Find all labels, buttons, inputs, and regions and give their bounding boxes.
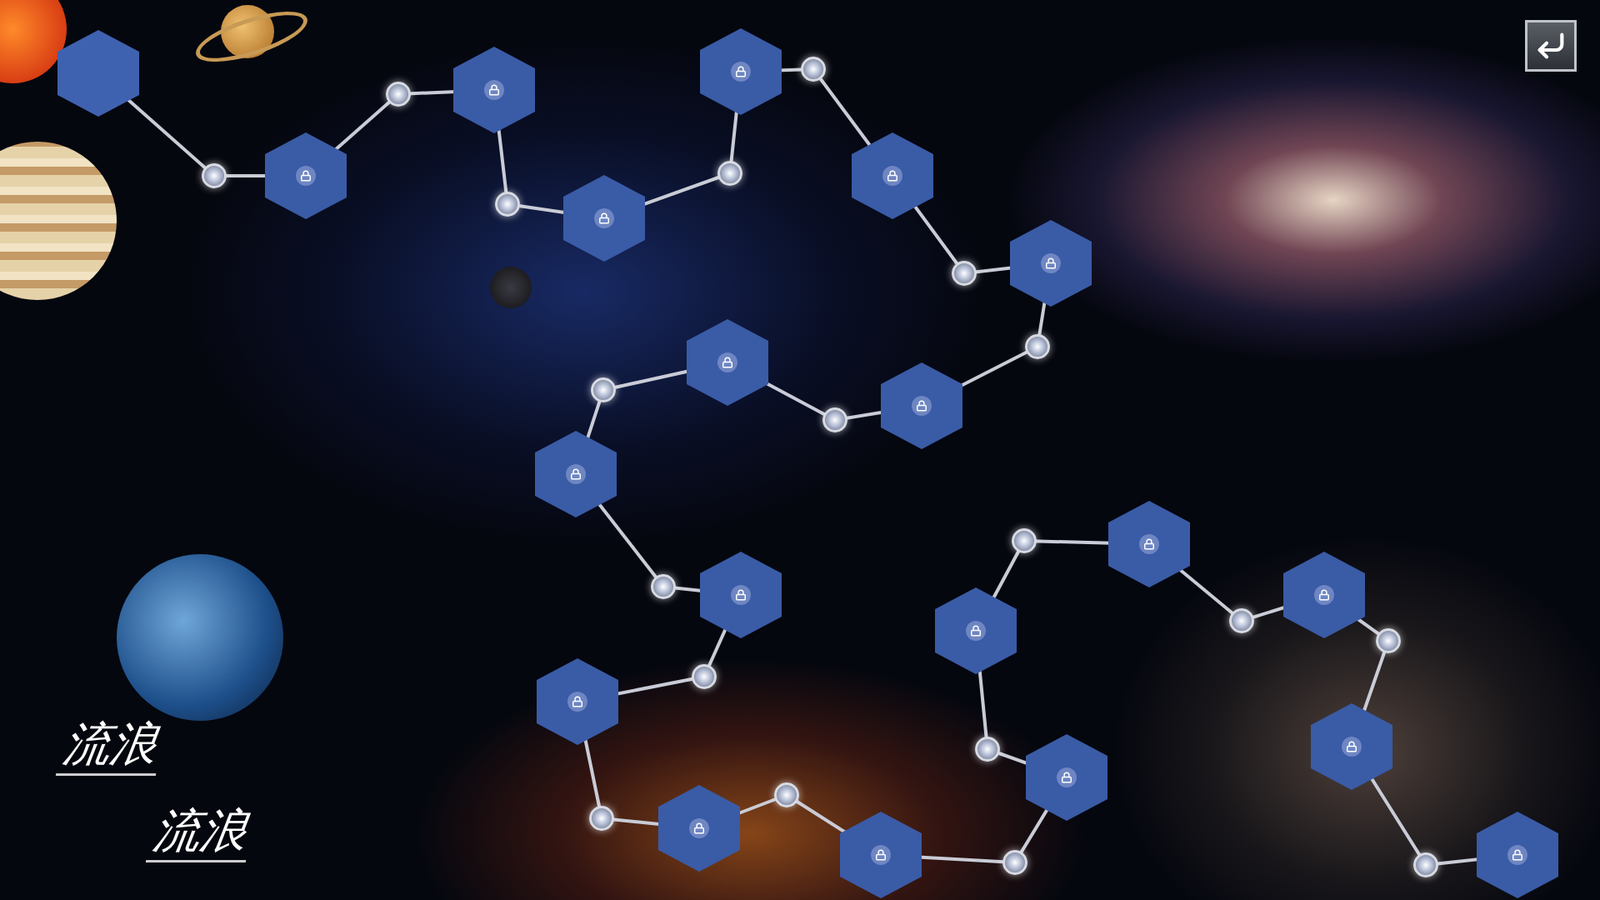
moon — [490, 266, 532, 309]
path-star — [650, 574, 676, 600]
level-node[interactable] — [1310, 703, 1393, 790]
path-star — [201, 163, 227, 189]
lock-badge — [1040, 253, 1061, 274]
path-star — [1002, 850, 1028, 875]
lock-badge — [689, 818, 710, 839]
level-node[interactable] — [880, 362, 963, 450]
lock-icon — [915, 400, 928, 412]
path-star — [1413, 852, 1439, 878]
lock-badge — [730, 585, 751, 605]
lock-badge — [484, 80, 505, 100]
lock-icon — [886, 170, 899, 182]
level-node[interactable] — [535, 430, 617, 518]
path-star — [975, 736, 1000, 762]
lock-badge — [1056, 767, 1077, 788]
lock-icon — [875, 849, 887, 861]
path-star — [951, 260, 977, 286]
level-node[interactable] — [1010, 220, 1092, 307]
lock-icon — [970, 625, 982, 637]
back-button[interactable] — [1525, 20, 1577, 72]
lock-badge — [1314, 585, 1335, 605]
path-star — [800, 56, 826, 82]
lock-badge — [870, 845, 891, 865]
lock-icon — [488, 84, 500, 96]
earth — [116, 554, 284, 721]
path-star — [590, 377, 616, 403]
path-star — [822, 407, 848, 433]
path-star — [495, 191, 520, 217]
lock-icon — [735, 65, 747, 78]
path-star — [1229, 608, 1255, 634]
lock-icon — [1143, 538, 1155, 550]
lock-icon — [570, 468, 582, 480]
lock-badge — [730, 61, 751, 82]
logo-text: 流浪 — [145, 801, 255, 863]
level-node[interactable] — [700, 28, 782, 115]
logo-text: 流浪 — [55, 715, 165, 776]
lock-icon — [1345, 740, 1358, 753]
lock-badge — [1139, 534, 1160, 555]
lock-icon — [1045, 257, 1057, 270]
lock-icon — [1060, 771, 1073, 784]
level-node[interactable] — [935, 587, 1017, 675]
lock-badge — [911, 395, 932, 416]
lock-badge — [965, 620, 986, 641]
path-star — [589, 805, 615, 831]
sun — [0, 0, 67, 84]
lock-icon — [721, 356, 734, 369]
level-node[interactable] — [658, 785, 740, 872]
path-star — [717, 160, 743, 186]
lock-badge — [882, 165, 903, 186]
path-star — [1375, 628, 1401, 654]
lock-icon — [598, 212, 610, 225]
lock-badge — [594, 208, 615, 229]
level-node[interactable] — [1283, 551, 1365, 639]
level-node[interactable] — [57, 30, 140, 117]
level-node[interactable] — [563, 175, 645, 262]
lock-icon — [1511, 849, 1524, 861]
level-node[interactable] — [536, 658, 619, 745]
lock-icon — [735, 589, 747, 601]
level-node[interactable] — [686, 319, 769, 406]
level-node[interactable] — [851, 132, 934, 220]
path-star — [1025, 334, 1050, 360]
saturn — [220, 5, 275, 59]
lock-icon — [571, 695, 584, 708]
jupiter — [0, 141, 117, 300]
path-star — [385, 81, 411, 107]
level-node[interactable] — [700, 551, 782, 639]
level-node[interactable] — [1108, 500, 1190, 588]
back-icon — [1534, 29, 1568, 63]
level-node[interactable] — [1476, 811, 1559, 899]
lock-badge — [717, 352, 738, 373]
lock-icon — [300, 170, 312, 182]
lock-badge — [1507, 845, 1528, 865]
lock-badge — [567, 691, 588, 712]
path-star — [774, 782, 800, 808]
lock-badge — [1341, 736, 1362, 757]
level-node[interactable] — [840, 811, 922, 899]
level-map: 流浪流浪 — [0, 0, 1600, 900]
level-node[interactable] — [1025, 734, 1108, 821]
lock-icon — [693, 822, 705, 835]
lock-badge — [295, 165, 316, 186]
lock-badge — [565, 464, 586, 485]
path-star — [691, 664, 717, 690]
path-star — [1011, 528, 1037, 554]
level-node[interactable] — [453, 46, 535, 134]
level-node[interactable] — [265, 132, 347, 220]
lock-icon — [1318, 589, 1330, 601]
